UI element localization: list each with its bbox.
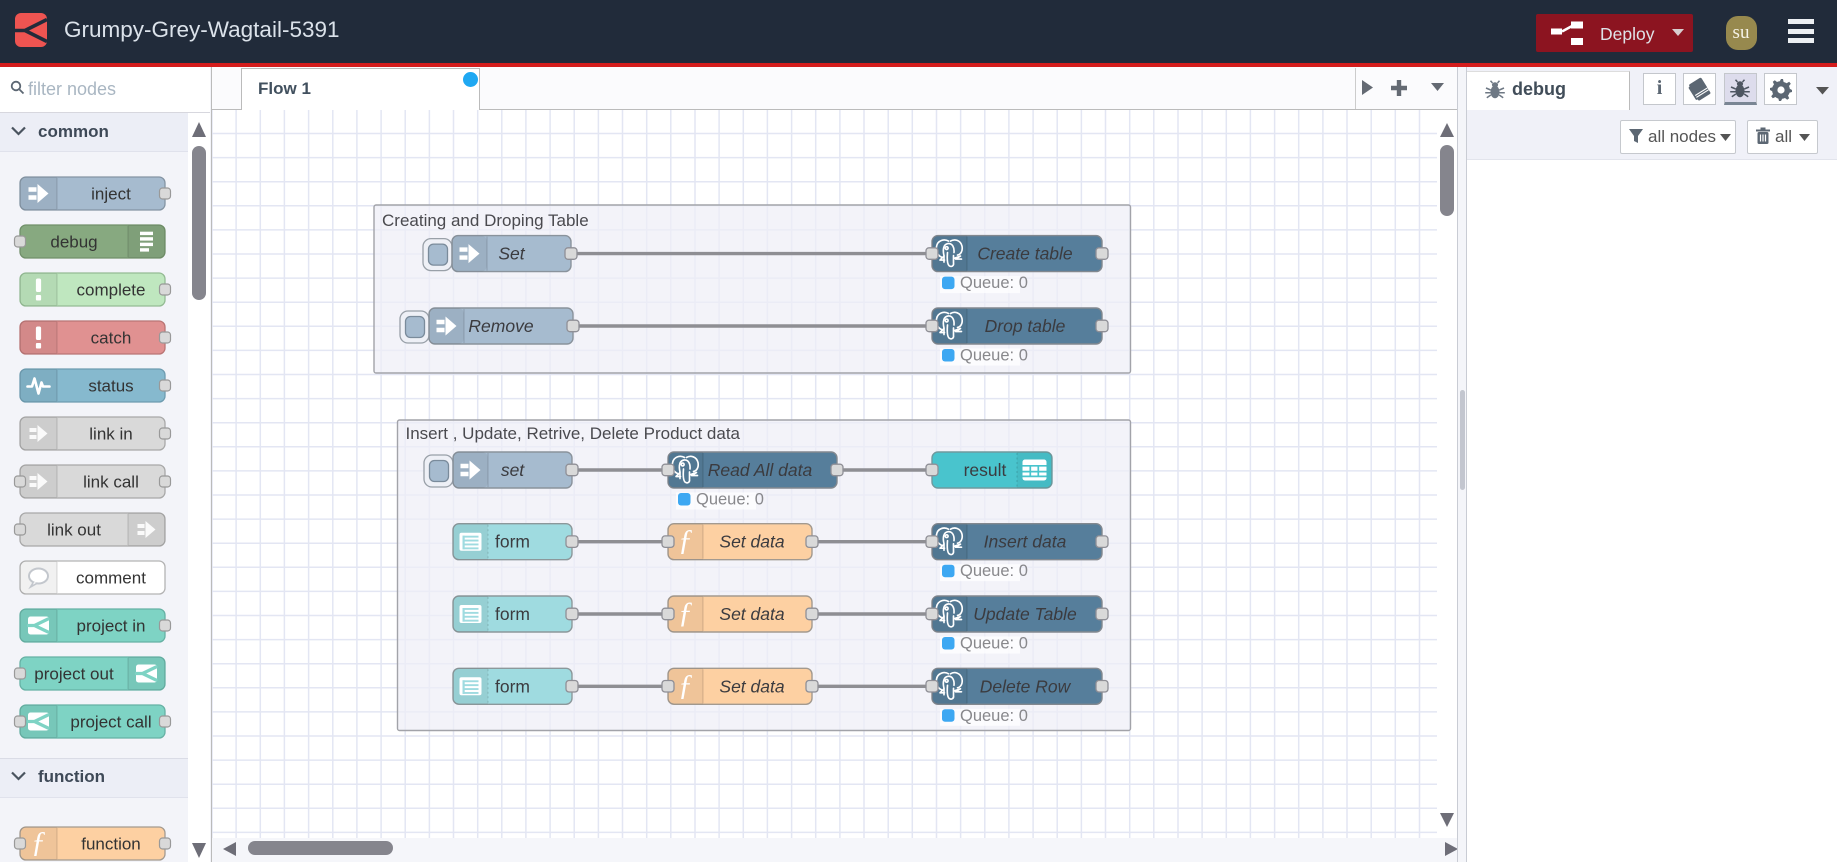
svg-text:form: form	[495, 532, 530, 552]
svg-text:Drop table: Drop table	[985, 316, 1066, 336]
svg-text:Update Table: Update Table	[973, 604, 1077, 624]
svg-text:Set data: Set data	[719, 676, 784, 696]
svg-text:Creating and Droping Table: Creating and Droping Table	[382, 211, 589, 230]
svg-text:Create table: Create table	[977, 244, 1073, 264]
svg-text:Delete Row: Delete Row	[980, 676, 1072, 696]
svg-text:Set: Set	[498, 244, 525, 264]
svg-text:set: set	[501, 460, 525, 480]
svg-text:Remove: Remove	[468, 316, 533, 336]
svg-text:Queue: 0: Queue: 0	[696, 491, 764, 509]
svg-text:result: result	[964, 460, 1007, 480]
svg-text:status: status	[88, 377, 133, 396]
svg-text:project call: project call	[70, 713, 151, 732]
svg-text:Queue: 0: Queue: 0	[960, 635, 1028, 653]
svg-text:link out: link out	[47, 521, 101, 540]
svg-text:link in: link in	[89, 425, 132, 444]
svg-text:ƒ: ƒ	[678, 596, 693, 629]
svg-text:ƒ: ƒ	[678, 668, 693, 701]
svg-text:Set data: Set data	[719, 532, 784, 552]
svg-text:project out: project out	[34, 665, 114, 684]
svg-text:function: function	[81, 835, 141, 854]
svg-text:Insert data: Insert data	[984, 532, 1067, 552]
svg-text:link call: link call	[83, 473, 139, 492]
svg-text:Read All data: Read All data	[708, 460, 813, 480]
svg-text:ƒ: ƒ	[31, 826, 46, 859]
svg-text:form: form	[495, 604, 530, 624]
svg-text:Queue: 0: Queue: 0	[960, 562, 1028, 580]
svg-text:Queue: 0: Queue: 0	[960, 274, 1028, 292]
svg-text:inject: inject	[91, 185, 131, 204]
svg-text:ƒ: ƒ	[678, 524, 693, 557]
svg-text:Queue: 0: Queue: 0	[960, 707, 1028, 725]
svg-text:Set data: Set data	[719, 604, 784, 624]
svg-text:complete: complete	[77, 281, 146, 300]
svg-text:Queue: 0: Queue: 0	[960, 347, 1028, 365]
svg-text:debug: debug	[50, 233, 97, 252]
svg-text:comment: comment	[76, 569, 146, 588]
svg-text:project in: project in	[77, 617, 146, 636]
svg-text:form: form	[495, 676, 530, 696]
svg-text:catch: catch	[91, 329, 132, 348]
svg-text:Insert , Update, Retrive, Dele: Insert , Update, Retrive, Delete Product…	[406, 424, 741, 443]
